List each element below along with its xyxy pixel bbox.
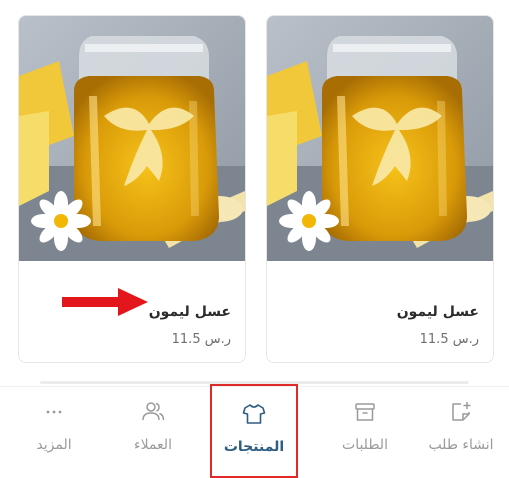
tshirt-icon [242,404,266,424]
products-screen: عسل ليمون 11.5 ر.س عسل ليمون 11.5 ر.س ال… [0,0,509,478]
bottom-navigation: المزيد العملاء المنتجات الطلبات انشاء طل… [0,384,509,478]
product-price: 11.5 ر.س [419,332,479,347]
nav-label: العملاء [134,437,172,453]
product-card[interactable]: عسل ليمون 11.5 ر.س [266,15,494,363]
nav-label: المزيد [36,437,72,453]
add-note-icon [452,402,471,421]
red-arrow-icon [62,288,148,316]
nav-orders[interactable]: الطلبات [322,387,408,475]
nav-more[interactable]: المزيد [11,387,97,475]
more-dots-icon [46,410,62,414]
nav-label: المنتجات [223,439,285,455]
nav-clients[interactable]: العملاء [110,387,196,475]
nav-create-order[interactable]: انشاء طلب [418,387,504,475]
product-name: عسل ليمون [148,304,231,320]
nav-products[interactable]: المنتجات [210,384,298,478]
nav-label: الطلبات [342,437,388,453]
nav-label: انشاء طلب [428,437,494,453]
users-icon [142,402,165,421]
product-image [19,16,245,261]
product-name: عسل ليمون [396,304,479,320]
product-image [267,16,493,261]
archive-box-icon [355,403,375,421]
product-info: عسل ليمون 11.5 ر.س [267,261,493,362]
product-price: 11.5 ر.س [171,332,231,347]
